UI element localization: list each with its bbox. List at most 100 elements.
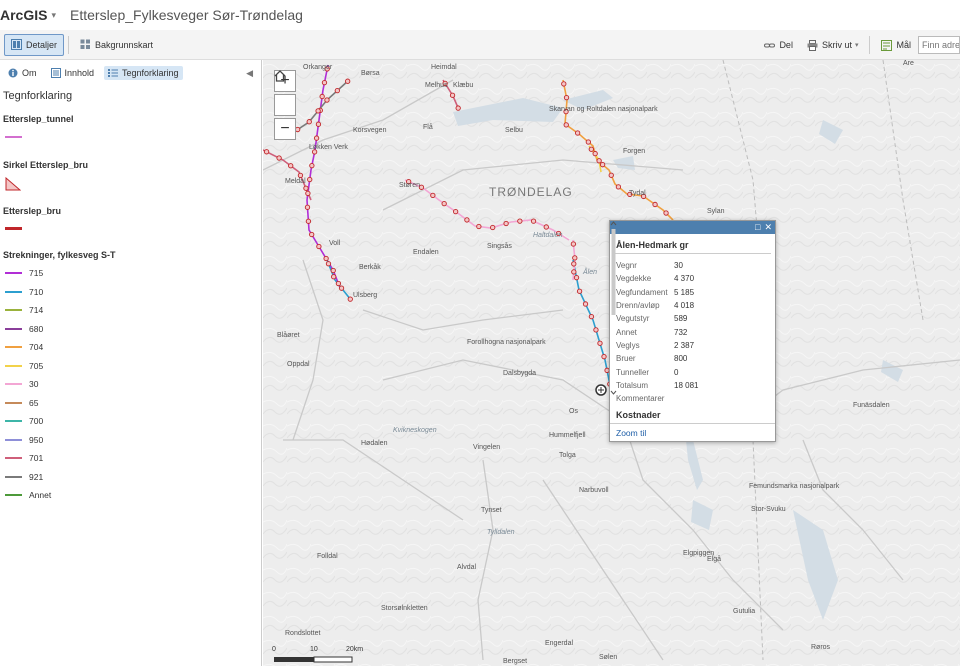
bridge-marker: [263, 149, 270, 155]
map-place-label: Singsås: [487, 243, 512, 250]
bridge-marker: [573, 275, 580, 281]
scroll-thumb: [611, 229, 616, 315]
bridge-marker: [335, 280, 342, 287]
legend-row-30: 30: [0, 375, 261, 394]
basemap-button[interactable]: Bakgrunnskart: [73, 34, 160, 56]
measure-ruler-icon: [881, 39, 893, 51]
bridge-marker: [576, 288, 583, 294]
bridge-marker: [295, 126, 301, 133]
layer-title: Etterslep_tunnel: [3, 114, 74, 124]
scale-label: 10: [310, 646, 318, 653]
map-view[interactable]: Orkanger Børsa Heimdal Melhus Klæbu Selbu Skar…: [263, 60, 960, 666]
bridge-marker: [572, 255, 578, 261]
map-place-label: Hummelfjell: [549, 432, 586, 439]
popup-attribute-list: Vegnr 30 Vegdekke 4 370 Vegfundament 5 185 Dre…: [610, 254, 775, 405]
legend-swatch: [5, 457, 22, 460]
print-button[interactable]: Skriv ut ▾: [800, 34, 866, 56]
selected-feature-marker: [595, 384, 607, 396]
legend-heading: Tegnforklaring: [3, 90, 73, 102]
address-search-input[interactable]: [918, 36, 960, 54]
home-button[interactable]: [274, 70, 296, 116]
bridge-marker: [324, 97, 330, 103]
legend-row-704: 704: [0, 338, 261, 357]
attribute-value: 18 081: [674, 380, 699, 390]
popup-attribute-row: Kommentarer: [616, 392, 775, 405]
legend-swatch: [5, 383, 22, 386]
legend-swatch: [5, 327, 22, 330]
popup-attribute-row: Vegfundament 5 185: [616, 286, 775, 299]
collapse-panel-icon[interactable]: ◀: [246, 68, 253, 79]
measure-button[interactable]: Mål: [874, 34, 918, 56]
bridge-marker: [345, 78, 351, 84]
attribute-key: Totalsum: [616, 380, 649, 390]
attribute-value: 732: [674, 327, 688, 337]
print-label: Skriv ut: [821, 40, 852, 50]
zoom-out-button[interactable]: −: [274, 118, 296, 140]
attribute-key: Vegfundament: [616, 287, 668, 297]
map-place-label: Sylan: [707, 208, 725, 215]
attribute-value: 589: [674, 314, 688, 324]
legend-label: 921: [29, 471, 44, 482]
map-place-label: Narbuvoll: [579, 487, 609, 494]
attribute-key: Vegdekke: [616, 274, 652, 284]
tab-legend[interactable]: Tegnforklaring: [104, 66, 183, 80]
map-place-label: Oppdal: [287, 361, 310, 368]
bridge-marker: [304, 204, 311, 210]
legend-row-921: 921: [0, 468, 261, 487]
bridge-marker: [276, 155, 282, 161]
zoom-to-link[interactable]: Zoom til: [610, 424, 775, 438]
basemap-label: Bakgrunnskart: [95, 39, 154, 50]
map-place-label: Løkken Verk: [309, 144, 348, 151]
legend-swatch: [5, 309, 22, 312]
bridge-marker: [464, 217, 470, 223]
app-menu-caret-icon[interactable]: ▾: [51, 10, 56, 21]
map-place-label: Engerdal: [545, 640, 574, 647]
map-place-label: Klæbu: [453, 82, 474, 89]
scale-label: 20km: [346, 646, 364, 653]
legend-swatch: [5, 136, 22, 138]
tab-content[interactable]: Innhold: [47, 66, 99, 80]
popup-attribute-row: Vegutstyr 589: [616, 312, 775, 325]
bridge-marker: [449, 92, 456, 98]
legend-label: 65: [29, 397, 39, 408]
map-place-label: Melhus: [425, 82, 448, 89]
map-place-label: Folldal: [317, 553, 338, 560]
bridge-marker: [305, 190, 311, 197]
maximize-icon[interactable]: □: [755, 223, 760, 232]
popup-attribute-row: Tunneller 0: [616, 365, 775, 378]
content-list-icon: [50, 68, 61, 78]
legend-label: 680: [29, 323, 44, 334]
legend-swatch: [5, 494, 22, 497]
map-place-label: Os: [569, 408, 578, 415]
legend-layer-bridge: Etterslep_bru: [0, 206, 261, 240]
map-place-label: Orkanger: [303, 64, 333, 71]
print-caret-icon: ▾: [854, 42, 859, 49]
map-place-label: Funäsdalen: [853, 402, 890, 409]
share-button[interactable]: Del: [757, 34, 800, 56]
legend-row-950: 950: [0, 431, 261, 450]
legend-swatch: [5, 346, 22, 349]
legend-row-701: 701: [0, 449, 261, 468]
map-place-label: Elgå: [707, 556, 722, 563]
bridge-marker: [597, 340, 603, 346]
legend-layer-bridge-circle: Sirkel Etterslep_bru: [0, 160, 261, 198]
legend-label: 714: [29, 305, 44, 316]
popup-scrollbar[interactable]: [610, 221, 617, 396]
bridge-marker: [652, 201, 658, 208]
bridge-marker: [582, 301, 589, 307]
tab-about[interactable]: Om: [4, 66, 41, 80]
app-brand[interactable]: ArcGIS: [0, 7, 47, 23]
bridge-marker: [315, 108, 321, 114]
map-place-label: TRØNDELAG: [489, 185, 573, 199]
details-button[interactable]: Detaljer: [4, 33, 65, 56]
legend-label: 30: [29, 379, 39, 390]
map-place-label: Kvikneskogen: [393, 427, 437, 434]
legend-layer-roads: Strekninger, fylkesveg S-T 715 710 714 680 7…: [0, 250, 261, 505]
map-place-label: Alvdal: [457, 564, 477, 571]
legend-swatch: [5, 420, 22, 423]
feature-popup[interactable]: □ ✕ Ålen-Hedmark gr Vegnr 30 Vegdekke 4 370…: [609, 220, 776, 442]
close-icon[interactable]: ✕: [764, 223, 772, 232]
map-place-label: Femundsmarka nasjonalpark: [749, 483, 840, 490]
popup-attribute-row: Vegnr 30: [616, 259, 775, 272]
legend-row-680: 680: [0, 320, 261, 339]
